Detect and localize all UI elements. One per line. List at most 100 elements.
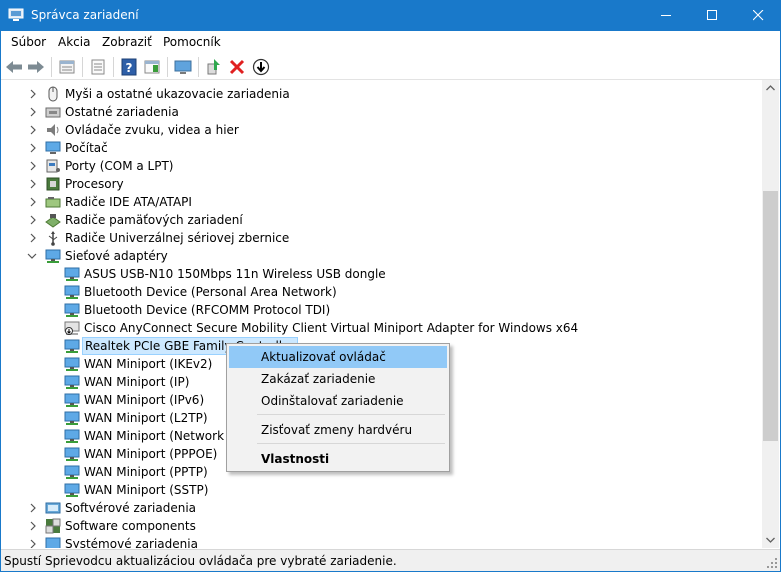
menu-action[interactable]: Akcia [58, 35, 90, 49]
close-icon [752, 9, 763, 21]
tree-category-sound[interactable]: Ovládače zvuku, videa a hier [1, 121, 761, 139]
back-arrow-icon[interactable] [4, 57, 24, 77]
tree-device[interactable]: WAN Miniport (SSTP) [1, 481, 761, 499]
help-icon[interactable]: ? [119, 57, 139, 77]
toolbar-separator [198, 57, 199, 77]
network-adapter-icon [64, 285, 80, 299]
chevron-right-icon[interactable] [28, 143, 38, 153]
close-button[interactable] [735, 0, 781, 31]
forward-arrow-icon[interactable] [26, 57, 46, 77]
tree-category-other-devices[interactable]: Ostatné zariadenia [1, 103, 761, 121]
chevron-right-icon[interactable] [28, 233, 38, 243]
network-adapter-icon [64, 483, 80, 497]
speaker-icon [47, 124, 59, 136]
software-components-icon [45, 518, 61, 534]
chevron-right-icon[interactable] [28, 503, 38, 513]
scroll-up-arrow-icon[interactable] [762, 80, 779, 97]
network-adapter-icon [64, 411, 80, 425]
tree-category-computer[interactable]: Počítač [1, 139, 761, 157]
monitor-icon[interactable] [173, 57, 193, 77]
chevron-right-icon[interactable] [28, 89, 38, 99]
menu-separator [257, 414, 445, 415]
scroll-down-arrow-icon[interactable] [762, 531, 779, 548]
tree-device[interactable]: Cisco AnyConnect Secure Mobility Client … [1, 319, 761, 337]
toolbar-separator [51, 57, 52, 77]
update-driver-icon[interactable] [204, 57, 224, 77]
chevron-right-icon[interactable] [28, 161, 38, 171]
download-arrow-icon[interactable] [251, 57, 271, 77]
list-view-icon[interactable] [88, 57, 108, 77]
menu-item-properties[interactable]: Vlastnosti [229, 448, 447, 470]
tree-label: Procesory [65, 177, 124, 191]
tree-category-software-devices[interactable]: Softvérové zariadenia [1, 499, 761, 517]
tree-category-network-adapters[interactable]: Sieťové adaptéry [1, 247, 761, 265]
tree-label: WAN Miniport (L2TP) [84, 411, 208, 425]
network-adapter-icon [45, 249, 61, 263]
tree-category-ports[interactable]: Porty (COM a LPT) [1, 157, 761, 175]
menu-item-update-driver[interactable]: Aktualizovať ovládač [229, 346, 447, 368]
chevron-right-icon[interactable] [28, 197, 38, 207]
network-adapter-icon [64, 393, 80, 407]
action-pane-icon[interactable] [142, 57, 162, 77]
tree-label: Systémové zariadenia [65, 537, 198, 548]
resize-grip-icon[interactable] [766, 557, 778, 569]
minimize-button[interactable] [643, 0, 689, 31]
chevron-right-icon[interactable] [28, 125, 38, 135]
chevron-right-icon[interactable] [28, 215, 38, 225]
chevron-right-icon[interactable] [28, 539, 38, 548]
svg-text:?: ? [126, 61, 133, 75]
menu-bar: Súbor Akcia Zobraziť Pomocník [1, 31, 780, 53]
minimize-icon [660, 15, 671, 16]
chevron-right-icon[interactable] [28, 179, 38, 189]
menu-separator [257, 443, 445, 444]
network-adapter-icon [64, 267, 80, 281]
tree-label: Sieťové adaptéry [65, 249, 168, 263]
tree-device[interactable]: ASUS USB-N10 150Mbps 11n Wireless USB do… [1, 265, 761, 283]
tree-category-software-components[interactable]: Software components [1, 517, 761, 535]
menu-item-uninstall-device[interactable]: Odinštalovať zariadenie [229, 390, 447, 412]
tree-label: Radiče IDE ATA/ATAPI [65, 195, 192, 209]
software-device-icon [45, 502, 61, 514]
tree-category-ide[interactable]: Radiče IDE ATA/ATAPI [1, 193, 761, 211]
maximize-button[interactable] [689, 0, 735, 31]
disk-controller-icon [45, 197, 61, 208]
status-bar: Spustí Sprievodcu aktualizáciou ovládača… [1, 549, 780, 571]
menu-help[interactable]: Pomocník [163, 35, 221, 49]
tree-label: Myši a ostatné ukazovacie zariadenia [65, 87, 290, 101]
tree-label: Ostatné zariadenia [65, 105, 179, 119]
menu-item-disable-device[interactable]: Zakázať zariadenie [229, 368, 447, 390]
toolbar-separator [113, 57, 114, 77]
menu-item-scan-hardware-changes[interactable]: Zisťovať zmeny hardvéru [229, 419, 447, 441]
computer-icon [45, 141, 61, 154]
tree-category-mice[interactable]: Myši a ostatné ukazovacie zariadenia [1, 85, 761, 103]
tree-label: Software components [65, 519, 196, 533]
tree-label: WAN Miniport (IPv6) [84, 393, 205, 407]
mouse-icon [48, 86, 58, 102]
tree-label: Bluetooth Device (Personal Area Network) [84, 285, 337, 299]
menu-file[interactable]: Súbor [11, 35, 46, 49]
network-adapter-disabled-icon [64, 321, 80, 335]
tree-category-processors[interactable]: Procesory [1, 175, 761, 193]
tree-label: Radiče Univerzálnej sériovej zbernice [65, 231, 290, 245]
tree-device[interactable]: Bluetooth Device (Personal Area Network) [1, 283, 761, 301]
network-adapter-icon [64, 339, 80, 353]
uninstall-red-x-icon[interactable] [227, 57, 247, 77]
menu-view[interactable]: Zobraziť [102, 35, 152, 49]
network-adapter-icon [64, 357, 80, 371]
tree-category-system-devices[interactable]: Systémové zariadenia [1, 535, 761, 548]
maximize-icon [706, 10, 717, 20]
toolbar-separator [82, 57, 83, 77]
tree-category-usb[interactable]: Radiče Univerzálnej sériovej zbernice [1, 229, 761, 247]
vertical-scrollbar[interactable] [762, 80, 779, 548]
tree-device[interactable]: Bluetooth Device (RFCOMM Protocol TDI) [1, 301, 761, 319]
network-adapter-icon [64, 447, 80, 461]
tree-label: Radiče pamäťových zariadení [65, 213, 243, 227]
scrollbar-thumb[interactable] [763, 191, 778, 441]
tree-label: WAN Miniport (PPPOE) [84, 447, 218, 461]
tree-category-storage[interactable]: Radiče pamäťových zariadení [1, 211, 761, 229]
chevron-right-icon[interactable] [28, 521, 38, 531]
properties-sheet-icon[interactable] [57, 57, 77, 77]
chevron-right-icon[interactable] [28, 107, 38, 117]
tree-label: Ovládače zvuku, videa a hier [65, 123, 239, 137]
chevron-down-icon[interactable] [27, 251, 37, 261]
